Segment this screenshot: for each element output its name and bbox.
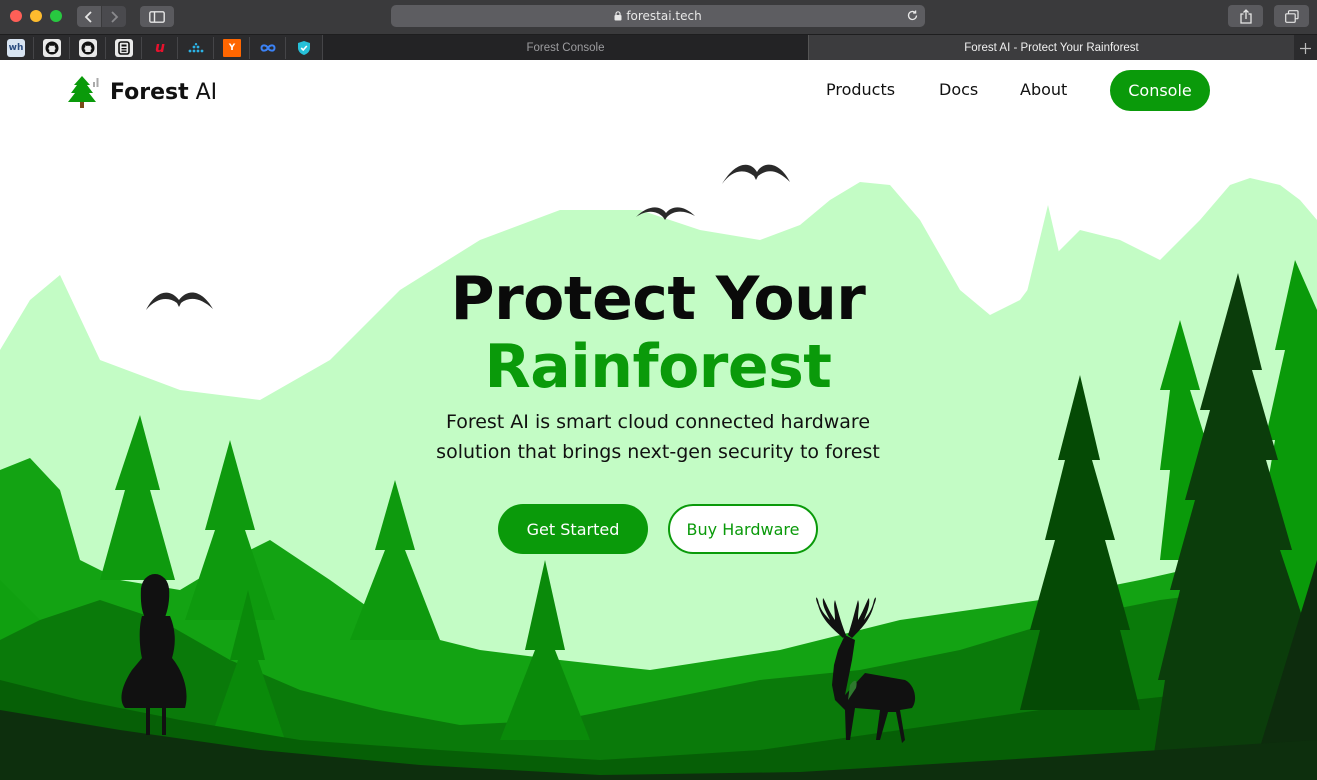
shield-icon[interactable] (295, 39, 313, 57)
hero-section: Protect Your Rainforest Forest AI is sma… (358, 265, 958, 467)
fullscreen-window-button[interactable] (50, 10, 62, 22)
buy-hardware-button[interactable]: Buy Hardware (668, 504, 818, 554)
bird (146, 292, 213, 310)
hero-subtitle: Forest AI is smart cloud connected hardw… (358, 407, 958, 467)
infinity-icon[interactable] (259, 39, 277, 57)
dots-icon[interactable] (187, 39, 205, 57)
bird (722, 164, 790, 184)
favorites-divider (177, 37, 178, 59)
console-button[interactable]: Console (1110, 70, 1210, 111)
tree-logo-icon (68, 76, 99, 108)
dots-mark-icon (188, 43, 204, 53)
reload-icon[interactable] (906, 9, 919, 22)
share-icon (1239, 8, 1252, 24)
github-mark-icon (81, 41, 95, 55)
logo-text: Forest AI (110, 80, 217, 105)
tab-bar: wh u Y Forest Console Forest AI - Protec… (0, 34, 1317, 61)
github-mark-icon (45, 41, 59, 55)
tab-forest-ai[interactable]: Forest AI - Protect Your Rainforest (808, 35, 1294, 61)
nav-about[interactable]: About (1020, 80, 1067, 99)
favorites-divider (249, 37, 250, 59)
nav-docs[interactable]: Docs (939, 80, 978, 99)
new-tab-button[interactable] (1294, 35, 1317, 61)
tab-title: Forest AI - Protect Your Rainforest (964, 42, 1139, 54)
forward-button[interactable] (102, 6, 126, 27)
favorites-divider (141, 37, 142, 59)
logo-brand: Forest (110, 79, 189, 105)
doc-icon[interactable] (115, 39, 133, 57)
chevron-left-icon (84, 10, 92, 23)
tab-title: Forest Console (526, 42, 605, 54)
hero-subtitle-line1: Forest AI is smart cloud connected hardw… (445, 411, 871, 433)
browser-toolbar: forestai.tech (0, 0, 1317, 34)
hero-subtitle-line2: solution that brings next-gen security t… (436, 441, 880, 463)
logo-suffix: AI (188, 79, 218, 105)
back-button[interactable] (77, 6, 101, 27)
share-button[interactable] (1228, 5, 1263, 27)
favorites-divider (105, 37, 106, 59)
lock-icon (614, 11, 622, 21)
plus-icon (1300, 42, 1311, 54)
favorites-divider (69, 37, 70, 59)
u-icon[interactable]: u (151, 39, 169, 57)
ycombinator-icon[interactable]: Y (223, 39, 241, 57)
shield-mark-icon (298, 41, 310, 55)
url-text: forestai.tech (626, 9, 702, 23)
tab-forest-console[interactable]: Forest Console (322, 35, 808, 61)
github-icon[interactable] (43, 39, 61, 57)
infinity-mark-icon (260, 44, 276, 52)
minimize-window-button[interactable] (30, 10, 42, 22)
web-page: Forest AI Products Docs About Console Pr… (0, 60, 1317, 780)
favorites-divider (33, 37, 34, 59)
sidebar-toggle-button[interactable] (140, 6, 174, 27)
nav-products[interactable]: Products (826, 80, 895, 99)
tabs-icon (1284, 9, 1299, 23)
favorites-divider (285, 37, 286, 59)
site-logo[interactable]: Forest AI (66, 74, 217, 110)
get-started-button[interactable]: Get Started (498, 504, 648, 554)
favorites-divider (213, 37, 214, 59)
github-icon[interactable] (79, 39, 97, 57)
hero-title-line1: Protect Your (450, 264, 866, 334)
chevron-right-icon (111, 10, 119, 23)
document-icon (118, 41, 130, 55)
wh-icon[interactable]: wh (7, 39, 25, 57)
hero-title-line2: Rainforest (484, 332, 832, 402)
address-bar[interactable]: forestai.tech (391, 5, 925, 27)
close-window-button[interactable] (10, 10, 22, 22)
sidebar-icon (149, 10, 165, 23)
tab-overview-button[interactable] (1274, 5, 1309, 27)
